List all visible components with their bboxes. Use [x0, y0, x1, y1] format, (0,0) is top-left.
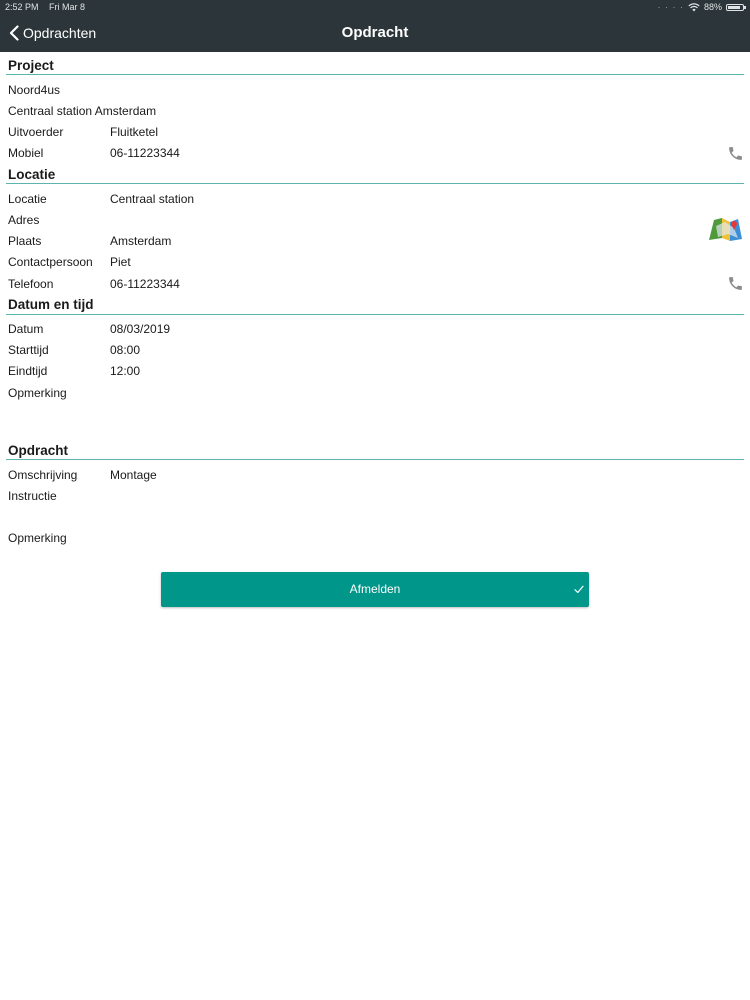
phone-icon[interactable] — [727, 275, 744, 292]
back-button-label: Opdrachten — [23, 25, 97, 41]
wifi-icon — [688, 2, 700, 11]
section-divider — [6, 459, 744, 460]
chevron-left-icon — [9, 25, 19, 41]
battery-icon — [726, 3, 746, 11]
section-divider — [6, 74, 744, 75]
back-button[interactable]: Opdrachten — [9, 14, 96, 52]
opdracht-opmerking-label: Opmerking — [8, 531, 67, 545]
battery-percent: 88% — [703, 2, 722, 12]
datum-opmerking-label: Opmerking — [8, 386, 67, 400]
mobiel-label: Mobiel — [8, 146, 44, 160]
plaats-label: Plaats — [8, 234, 42, 248]
status-date: Fri Mar 8 — [49, 2, 86, 12]
datum-value: 08/03/2019 — [110, 322, 171, 336]
plaats-value: Amsterdam — [110, 234, 172, 248]
signal-icon: · · · · — [657, 2, 684, 12]
phone-icon[interactable] — [727, 145, 744, 162]
project-name: Noord4us — [8, 83, 61, 97]
section-title-opdracht: Opdracht — [8, 443, 69, 458]
status-bar: 2:52 PM Fri Mar 8 · · · · 88% — [0, 0, 750, 14]
nav-bar: Opdrachten Opdracht — [0, 14, 750, 52]
section-divider — [6, 314, 744, 315]
locatie-value: Centraal station — [110, 192, 195, 206]
battery-fill — [728, 5, 741, 9]
omschrijving-label: Omschrijving — [8, 468, 78, 482]
uitvoerder-label: Uitvoerder — [8, 125, 64, 139]
contactpersoon-value: Piet — [110, 255, 131, 269]
eindtijd-value: 12:00 — [110, 364, 141, 378]
afmelden-button[interactable]: Afmelden — [161, 572, 589, 607]
mobiel-value: 06-11223344 — [110, 146, 180, 160]
adres-label: Adres — [8, 213, 40, 227]
datum-label: Datum — [8, 322, 44, 336]
afmelden-button-label: Afmelden — [349, 582, 401, 596]
omschrijving-value: Montage — [110, 468, 157, 482]
status-time: 2:52 PM — [5, 2, 39, 12]
page-title: Opdracht — [341, 24, 409, 41]
telefoon-label: Telefoon — [8, 277, 54, 291]
starttijd-label: Starttijd — [8, 343, 49, 357]
status-right: · · · · 88% — [657, 0, 746, 14]
section-title-datum: Datum en tijd — [8, 297, 94, 312]
uitvoerder-value: Fluitketel — [110, 125, 159, 139]
map-icon[interactable] — [708, 216, 743, 242]
project-description: Centraal station Amsterdam — [8, 104, 157, 118]
section-title-locatie: Locatie — [8, 167, 56, 182]
section-title-project: Project — [8, 58, 54, 73]
instructie-label: Instructie — [8, 489, 57, 503]
eindtijd-label: Eindtijd — [8, 364, 48, 378]
locatie-label: Locatie — [8, 192, 47, 206]
contactpersoon-label: Contactpersoon — [8, 255, 93, 269]
telefoon-value: 06-11223344 — [110, 277, 180, 291]
starttijd-value: 08:00 — [110, 343, 141, 357]
section-divider — [6, 183, 744, 184]
status-left: 2:52 PM Fri Mar 8 — [5, 0, 93, 14]
check-icon — [574, 585, 584, 594]
